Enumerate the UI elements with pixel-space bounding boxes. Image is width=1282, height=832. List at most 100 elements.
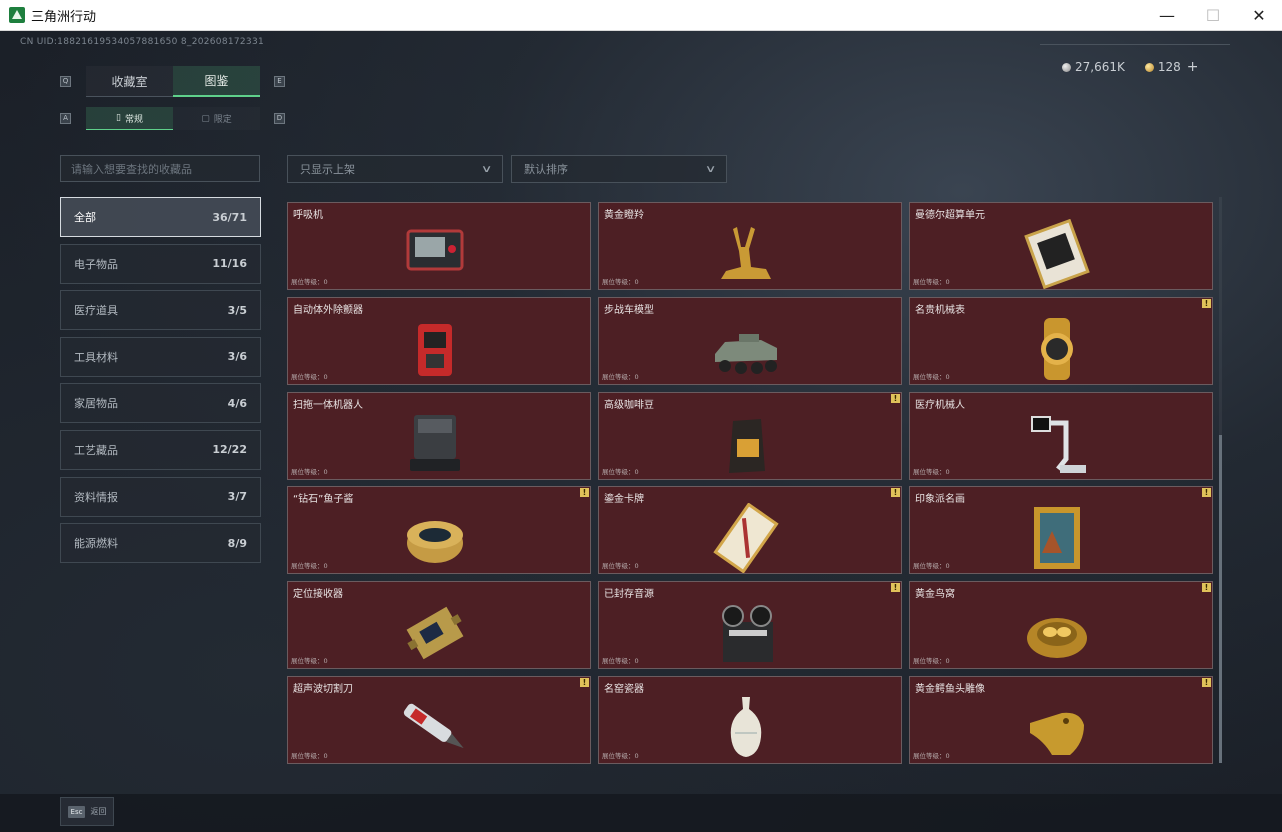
warning-badge-icon: ! [1202, 488, 1211, 498]
back-label: 返回 [90, 807, 107, 816]
regular-icon: ▯ [116, 113, 121, 123]
display-level: 展位等级：0 [291, 562, 328, 571]
collectible-card[interactable]: 名窑瓷器展位等级：0 [598, 676, 902, 764]
collectible-card[interactable]: 扫拖一体机器人 展位等级：0 [287, 391, 591, 480]
category-list: 全部 36/71 电子物品 11/16 医疗道具 3/5 工具材料 3/6 家居物品 4/6 工艺藏… [60, 197, 261, 570]
display-level: 展位等级：0 [602, 752, 639, 760]
medical-robot-icon [1031, 415, 1086, 473]
esc-key-icon: Esc [67, 805, 86, 818]
collectible-name: 鎏金卡牌 [604, 494, 644, 506]
warning-badge-icon: ! [580, 488, 589, 498]
close-button[interactable]: ✕ [1236, 0, 1282, 31]
category-item[interactable]: 能源燃料 8/9 [60, 523, 261, 564]
subtab-limited-label: 限定 [213, 115, 232, 125]
category-item[interactable]: 全部 36/71 [60, 197, 261, 237]
gold-nest-icon [1027, 618, 1087, 659]
category-label: 工具材料 [74, 350, 118, 364]
display-level: 展位等级：0 [602, 562, 639, 571]
chevron-down-icon: ∨ [704, 163, 717, 175]
reel-recorder-icon [722, 605, 773, 663]
app-logo-icon [9, 7, 25, 23]
collectible-card[interactable]: 呼吸机 展位等级：0 [287, 202, 591, 290]
ifv-model-icon [715, 333, 777, 374]
collectible-card[interactable]: 名贵机械表 展位等级：0! [909, 296, 1213, 385]
window-titlebar: 三角洲行动 — ☐ ✕ [0, 0, 1282, 31]
shelf-filter-dropdown[interactable]: 只显示上架 ∨ [287, 155, 503, 183]
tab-codex[interactable]: 图鉴 [173, 66, 260, 97]
gold-amount: 128 [1157, 60, 1181, 74]
sort-dropdown[interactable]: 默认排序 ∨ [511, 155, 727, 183]
warning-badge-icon: ! [580, 678, 589, 687]
display-level: 展位等级：0 [291, 372, 328, 381]
collectible-card[interactable]: 印象派名画 展位等级：0! [909, 486, 1213, 575]
collectible-card[interactable]: 超声波切割刀 展位等级：0! [287, 676, 591, 764]
collectible-card[interactable]: “钻石”鱼子酱 展位等级：0! [287, 486, 591, 575]
display-level: 展位等级：0 [602, 278, 639, 286]
collectible-card[interactable]: 步战车模型展位等级：0 [598, 296, 902, 385]
collectible-card[interactable]: 已封存音源 展位等级：0! [598, 581, 902, 670]
gold-currency[interactable]: 128 + [1144, 59, 1199, 75]
gold-croc-head-icon [1030, 712, 1084, 755]
category-label: 家居物品 [74, 397, 118, 411]
collectible-name: 超声波切割刀 [293, 684, 353, 695]
category-item[interactable]: 电子物品 11/16 [60, 243, 261, 284]
category-count: 3/7 [227, 490, 247, 504]
collectible-name: “钻石”鱼子酱 [293, 494, 354, 506]
collectible-card[interactable]: 医疗机械人 展位等级：0 [909, 391, 1213, 480]
maximize-button[interactable]: ☐ [1190, 0, 1236, 31]
collectible-card[interactable]: 高级咖啡豆 展位等级：0! [598, 391, 902, 480]
sort-value: 默认排序 [524, 163, 568, 176]
category-item[interactable]: 工艺藏品 12/22 [60, 429, 261, 470]
minimize-button[interactable]: — [1144, 0, 1190, 31]
painting-icon [1034, 507, 1080, 570]
category-label: 全部 [74, 211, 96, 224]
warning-badge-icon: ! [891, 488, 900, 498]
subtab-regular[interactable]: ▯ 常规 [86, 107, 173, 130]
warning-badge-icon: ! [1202, 583, 1211, 593]
collectible-name: 定位接收器 [293, 589, 343, 601]
category-count: 36/71 [212, 210, 247, 224]
add-currency-button[interactable]: + [1187, 59, 1199, 75]
display-level: 展位等级：0 [602, 372, 639, 381]
gold-gazelle-icon [721, 227, 771, 279]
display-level: 展位等级：0 [291, 657, 328, 666]
chevron-down-icon: ∨ [480, 163, 493, 175]
display-level: 展位等级：0 [913, 467, 950, 476]
collectible-name: 黄金瞪羚 [604, 210, 644, 221]
coffee-bag-icon [729, 418, 765, 473]
collectible-name: 名窑瓷器 [604, 684, 644, 695]
category-count: 3/5 [227, 303, 247, 317]
category-item[interactable]: 家居物品 4/6 [60, 383, 261, 424]
category-label: 工艺藏品 [74, 443, 118, 457]
display-level: 展位等级：0 [913, 278, 950, 286]
collectible-card[interactable]: 定位接收器展位等级：0 [287, 581, 591, 670]
category-item[interactable]: 资料情报 3/7 [60, 476, 261, 517]
collectible-card[interactable]: 黄金瞪羚展位等级：0 [598, 202, 902, 290]
ventilator-icon [406, 229, 464, 271]
category-item[interactable]: 医疗道具 3/5 [60, 290, 261, 331]
subtab-limited[interactable]: ▢ 限定 [173, 107, 260, 130]
caviar-tin-icon [407, 521, 463, 564]
search-input[interactable]: 请输入想要查找的收藏品 [60, 155, 260, 182]
window-title: 三角洲行动 [31, 9, 97, 25]
collectible-card[interactable]: 曼德尔超算单元 展位等级：0 [909, 202, 1213, 290]
display-level: 展位等级：0 [291, 752, 328, 760]
category-count: 3/6 [227, 350, 247, 364]
back-button[interactable]: Esc 返回 [60, 797, 114, 826]
collectible-card[interactable]: 黄金鳄鱼头雕像 展位等级：0! [909, 676, 1213, 764]
collectible-name: 黄金鸟窝 [915, 589, 955, 601]
subtab-regular-label: 常规 [124, 114, 143, 125]
scrollbar-thumb[interactable] [1219, 435, 1222, 763]
main-tabs: 收藏室 图鉴 [86, 66, 260, 97]
category-count: 12/22 [212, 443, 247, 457]
collectible-card[interactable]: 自动体外除颤器 展位等级：0 [287, 296, 591, 385]
collectible-name: 扫拖一体机器人 [293, 399, 363, 411]
category-item[interactable]: 工具材料 3/6 [60, 336, 261, 377]
gps-receiver-icon [406, 606, 464, 660]
category-count: 8/9 [227, 536, 247, 550]
collectible-card[interactable]: 黄金鸟窝 展位等级：0! [909, 581, 1213, 670]
collectible-name: 步战车模型 [604, 304, 654, 316]
collectible-card[interactable]: 鎏金卡牌展位等级：0! [598, 486, 902, 575]
tab-collection-room[interactable]: 收藏室 [86, 66, 173, 97]
shelf-filter-value: 只显示上架 [300, 163, 355, 176]
